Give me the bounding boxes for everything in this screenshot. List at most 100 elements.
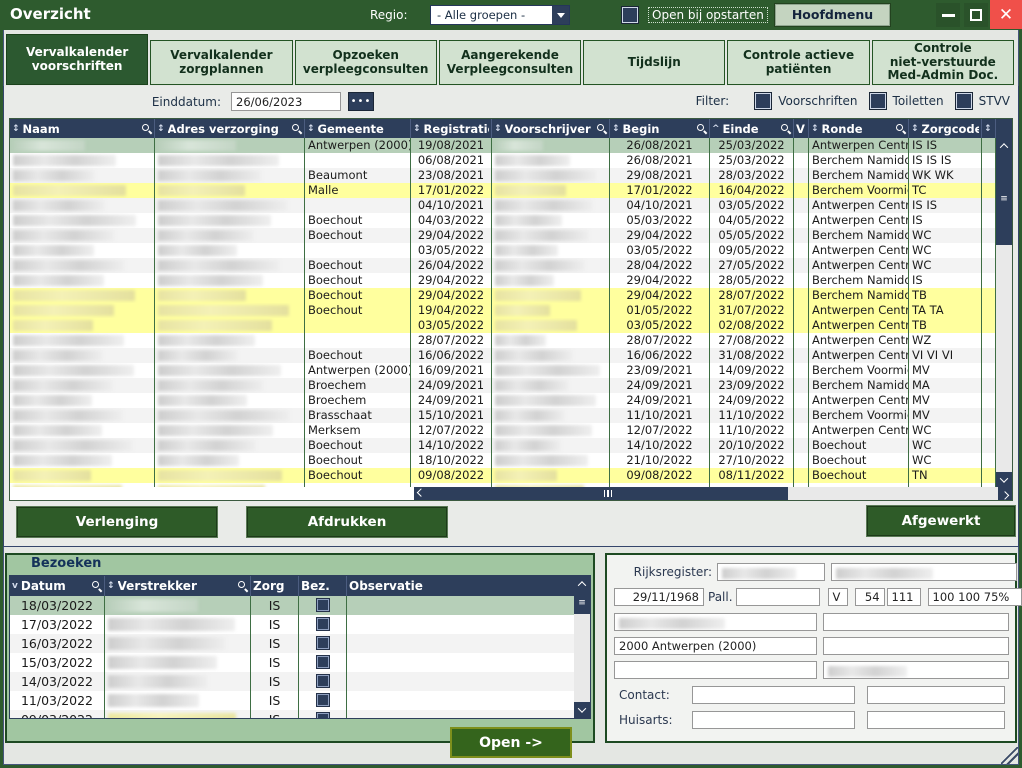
verlenging-button[interactable]: Verlenging: [17, 507, 217, 537]
huisarts-input-2[interactable]: [867, 711, 1005, 729]
column-header-datum[interactable]: vDatum: [10, 576, 105, 596]
code-input[interactable]: 111: [887, 588, 921, 606]
table-row[interactable]: 17/03/2022IS: [10, 615, 590, 634]
column-header-einde[interactable]: ^Einde: [710, 119, 794, 138]
patient-name-input[interactable]: [614, 613, 817, 631]
tab-3[interactable]: Opzoeken verpleegconsulten: [295, 40, 437, 85]
table-row[interactable]: Malle17/01/202217/01/202216/04/2022Berch…: [10, 183, 1012, 198]
contact-input-2[interactable]: [867, 686, 1005, 704]
afdrukken-button[interactable]: Afdrukken: [247, 507, 447, 537]
table-row[interactable]: 11/03/2022IS: [10, 691, 590, 710]
table-row[interactable]: 14/03/2022IS: [10, 672, 590, 691]
table-row[interactable]: Antwerpen (2000)19/08/202126/08/202125/0…: [10, 138, 1012, 153]
close-button[interactable]: ✕: [990, 0, 1022, 29]
table-row[interactable]: 04/10/202104/10/202103/05/2022Antwerpen …: [10, 198, 1012, 213]
bezoek-checkbox[interactable]: [317, 694, 329, 706]
table-row[interactable]: 03/05/202203/05/202202/08/2022Antwerpen …: [10, 318, 1012, 333]
table-row[interactable]: Boechout04/03/202205/03/202204/05/2022An…: [10, 213, 1012, 228]
table-row[interactable]: Boechout29/04/202229/04/202205/05/2022Be…: [10, 228, 1012, 243]
bezoek-checkbox[interactable]: [317, 637, 329, 649]
scroll-up-button[interactable]: [996, 138, 1012, 153]
table-row[interactable]: Broechem24/09/202124/09/202124/09/2022An…: [10, 393, 1012, 408]
date-browse-button[interactable]: •••: [348, 92, 374, 111]
table-row[interactable]: 18/03/2022IS: [10, 596, 590, 615]
open-button[interactable]: Open ->: [450, 727, 572, 758]
scroll-down-button[interactable]: [574, 702, 590, 718]
scrollbar-thumb[interactable]: ≡: [574, 592, 590, 614]
table-row[interactable]: Beaumont23/08/202129/08/202128/03/2022Be…: [10, 168, 1012, 183]
filter-checkbox-3[interactable]: [956, 93, 972, 109]
table-row[interactable]: 28/07/202228/07/202227/08/2022Antwerpen …: [10, 333, 1012, 348]
contact-input[interactable]: [692, 686, 855, 704]
scrollbar-track[interactable]: [788, 487, 998, 500]
table-row[interactable]: Merksem12/07/202212/07/202211/10/2022Ant…: [10, 423, 1012, 438]
table-row[interactable]: Boechout29/04/202229/04/202228/07/2022Be…: [10, 288, 1012, 303]
table-row[interactable]: Boechout18/10/202221/10/202227/10/2022Bo…: [10, 453, 1012, 468]
scrollbar-thumb[interactable]: [428, 487, 788, 500]
bezoek-checkbox[interactable]: [317, 599, 329, 611]
tab-4[interactable]: Aangerekende Verpleegconsulten: [439, 40, 581, 85]
column-header-observatie[interactable]: Observatie: [347, 576, 580, 596]
table-row[interactable]: Boechout19/04/202201/05/202231/07/2022An…: [10, 303, 1012, 318]
column-header-zorgcode[interactable]: ↕Zorgcode: [909, 119, 982, 138]
column-header-verstrekker[interactable]: ↕Verstrekker: [105, 576, 251, 596]
bezoek-checkbox[interactable]: [317, 656, 329, 668]
table-row[interactable]: Antwerpen (2000)16/09/202123/09/202114/0…: [10, 363, 1012, 378]
table-row[interactable]: Boechout14/10/202214/10/202220/10/2022Bo…: [10, 438, 1012, 453]
tab-2[interactable]: Vervalkalender zorgplannen: [150, 40, 292, 85]
resize-grip-icon[interactable]: [1001, 747, 1018, 764]
patient-extra-input[interactable]: [823, 613, 1009, 631]
column-header-registratie[interactable]: ↕Registratie: [411, 119, 492, 138]
postcode-city-input[interactable]: 2000 Antwerpen (2000): [614, 637, 817, 655]
table-row[interactable]: 15/03/2022IS: [10, 653, 590, 672]
scrollbar-track[interactable]: [574, 614, 590, 702]
scroll-right-button[interactable]: [998, 487, 1012, 500]
huisarts-input[interactable]: [692, 711, 855, 729]
scroll-up-button[interactable]: [574, 576, 590, 592]
pall-input[interactable]: [736, 588, 820, 606]
table-row[interactable]: 06/08/202126/08/202125/03/2022Berchem Na…: [10, 153, 1012, 168]
dropdown-arrow-icon[interactable]: [552, 6, 569, 24]
tab-6[interactable]: Controle actieve patiënten: [727, 40, 869, 85]
column-header-naam[interactable]: ↕Naam: [10, 119, 155, 138]
tab-7[interactable]: Controle niet-verstuurde Med-Admin Doc.: [872, 40, 1014, 85]
scrollbar-thumb[interactable]: ≡: [996, 153, 1012, 245]
table-row[interactable]: Boechout29/04/202229/04/202228/05/2022Be…: [10, 273, 1012, 288]
table-row[interactable]: Broechem24/09/202124/09/202123/09/2022Be…: [10, 378, 1012, 393]
scroll-down-button[interactable]: [996, 472, 1012, 487]
table-row[interactable]: Boechout26/04/202228/04/202227/05/2022An…: [10, 258, 1012, 273]
column-header-zorg[interactable]: Zorg: [251, 576, 299, 596]
scroll-left-button[interactable]: [414, 487, 428, 500]
column-header-begin[interactable]: ↕Begin: [610, 119, 710, 138]
column-header-voorschrijver[interactable]: ↕Voorschrijver: [492, 119, 610, 138]
rijksregister-input-2[interactable]: [831, 563, 1017, 581]
einddatum-input[interactable]: 26/06/2023: [231, 92, 341, 111]
table-row[interactable]: Boechout16/06/202216/06/202231/08/2022An…: [10, 348, 1012, 363]
table-row[interactable]: 03/05/202203/05/202209/05/2022Antwerpen …: [10, 243, 1012, 258]
column-header-v[interactable]: V: [794, 119, 809, 138]
filter-checkbox-1[interactable]: [755, 93, 771, 109]
birthdate-input[interactable]: 29/11/1968: [614, 588, 704, 606]
tab-5[interactable]: Tijdslijn: [583, 40, 725, 85]
scrollbar-track[interactable]: [996, 245, 1012, 472]
bezoek-checkbox[interactable]: [317, 618, 329, 630]
rijksregister-input[interactable]: [717, 563, 825, 581]
tab-1[interactable]: Vervalkalender voorschriften: [6, 34, 148, 85]
gender-input[interactable]: V: [828, 588, 848, 606]
bezoek-checkbox[interactable]: [317, 675, 329, 687]
maximize-button[interactable]: [964, 3, 988, 27]
horizontal-scrollbar[interactable]: [10, 487, 1012, 500]
column-header-ronde[interactable]: ↕Ronde: [809, 119, 909, 138]
age-input[interactable]: 54: [855, 588, 885, 606]
column-header-bez[interactable]: Bez.: [299, 576, 347, 596]
afgewerkt-button[interactable]: Afgewerkt: [867, 506, 1015, 536]
patient-extra-input-2[interactable]: [823, 637, 1009, 655]
bezoek-checkbox[interactable]: [317, 713, 329, 718]
column-header-gemeente[interactable]: ↕Gemeente: [305, 119, 411, 138]
vertical-scrollbar[interactable]: ≡: [996, 138, 1012, 487]
open-bij-opstarten-checkbox[interactable]: [622, 7, 638, 23]
minimize-button[interactable]: [936, 3, 960, 27]
column-header-adres[interactable]: ↕Adres verzorging: [155, 119, 305, 138]
column-header-stub[interactable]: ↕: [982, 119, 996, 138]
regio-select[interactable]: - Alle groepen -: [430, 5, 570, 25]
